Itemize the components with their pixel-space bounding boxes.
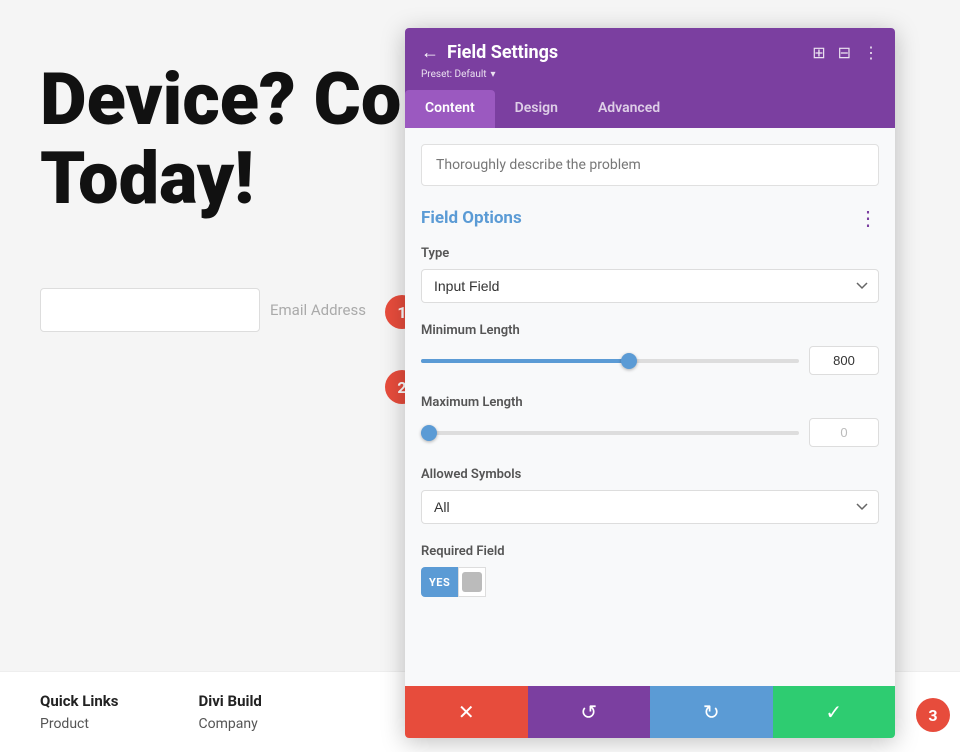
field-settings-panel: ← Field Settings ⊞ ⊟ ⋮ Preset: Default ▾… bbox=[405, 28, 895, 738]
min-length-slider-thumb bbox=[621, 353, 637, 369]
footer-col2-title: Divi Build bbox=[198, 692, 261, 710]
max-length-field-group: Maximum Length bbox=[421, 395, 879, 447]
required-toggle[interactable]: YES bbox=[421, 567, 493, 597]
footer-col-2: Divi Build Company bbox=[198, 692, 261, 732]
preset-arrow: ▾ bbox=[491, 69, 496, 80]
redo-icon: ↻ bbox=[703, 700, 720, 724]
footer-col1-title: Quick Links bbox=[40, 692, 118, 710]
panel-header: ← Field Settings ⊞ ⊟ ⋮ Preset: Default ▾ bbox=[405, 28, 895, 90]
field-options-section-header: Field Options ⋮ bbox=[421, 206, 879, 230]
required-toggle-row: YES bbox=[421, 567, 879, 597]
email-bg-input bbox=[40, 288, 260, 332]
allowed-symbols-field-group: Allowed Symbols All bbox=[421, 467, 879, 524]
back-arrow-icon[interactable]: ← bbox=[421, 42, 439, 63]
more-icon[interactable]: ⋮ bbox=[863, 43, 879, 62]
preset-label: Preset: Default bbox=[421, 69, 487, 80]
tab-design[interactable]: Design bbox=[495, 90, 578, 128]
footer-col2-link1[interactable]: Company bbox=[198, 716, 261, 732]
tab-advanced[interactable]: Advanced bbox=[578, 90, 680, 128]
toggle-no-area bbox=[458, 567, 486, 597]
panel-body: Thoroughly describe the problem Field Op… bbox=[405, 128, 895, 686]
panel-toolbar: ✕ ↺ ↻ ✓ bbox=[405, 686, 895, 738]
cancel-icon: ✕ bbox=[458, 700, 475, 724]
expand-icon[interactable]: ⊞ bbox=[812, 43, 825, 62]
email-bg-label: Email Address bbox=[270, 301, 366, 319]
step-badge-3: 3 bbox=[916, 698, 950, 732]
tab-content[interactable]: Content bbox=[405, 90, 495, 128]
toggle-knob bbox=[462, 572, 482, 592]
hero-heading: Device? Co Today! bbox=[40, 60, 420, 218]
type-select[interactable]: Input Field bbox=[421, 269, 879, 303]
undo-button[interactable]: ↺ bbox=[528, 686, 651, 738]
toggle-yes-label: YES bbox=[421, 567, 458, 597]
panel-tabs: Content Design Advanced bbox=[405, 90, 895, 128]
required-field-label: Required Field bbox=[421, 544, 879, 559]
panel-header-top: ← Field Settings ⊞ ⊟ ⋮ bbox=[421, 42, 879, 63]
columns-icon[interactable]: ⊟ bbox=[838, 43, 851, 62]
undo-icon: ↺ bbox=[580, 700, 597, 724]
save-icon: ✓ bbox=[825, 700, 842, 724]
max-length-label: Maximum Length bbox=[421, 395, 879, 410]
field-options-menu-icon[interactable]: ⋮ bbox=[858, 206, 879, 230]
min-length-value-input[interactable] bbox=[809, 346, 879, 375]
panel-title-row: ← Field Settings bbox=[421, 42, 558, 63]
type-label: Type bbox=[421, 246, 879, 261]
min-length-label: Minimum Length bbox=[421, 323, 879, 338]
describe-box: Thoroughly describe the problem bbox=[421, 144, 879, 186]
min-length-slider-track[interactable] bbox=[421, 359, 799, 363]
min-length-slider-row bbox=[421, 346, 879, 375]
max-length-slider-track[interactable] bbox=[421, 431, 799, 435]
preset-selector[interactable]: Preset: Default ▾ bbox=[421, 69, 879, 80]
min-length-slider-fill bbox=[421, 359, 629, 363]
panel-title: Field Settings bbox=[447, 42, 558, 63]
allowed-symbols-select[interactable]: All bbox=[421, 490, 879, 524]
required-field-group: Required Field YES bbox=[421, 544, 879, 597]
redo-button[interactable]: ↻ bbox=[650, 686, 773, 738]
type-field-group: Type Input Field bbox=[421, 246, 879, 303]
min-length-field-group: Minimum Length bbox=[421, 323, 879, 375]
max-length-slider-thumb bbox=[421, 425, 437, 441]
cancel-button[interactable]: ✕ bbox=[405, 686, 528, 738]
allowed-symbols-label: Allowed Symbols bbox=[421, 467, 879, 482]
save-button[interactable]: ✓ bbox=[773, 686, 896, 738]
field-options-title: Field Options bbox=[421, 208, 522, 228]
footer-col-1: Quick Links Product bbox=[40, 692, 118, 732]
max-length-slider-row bbox=[421, 418, 879, 447]
panel-icon-buttons: ⊞ ⊟ ⋮ bbox=[812, 43, 879, 62]
max-length-value-input[interactable] bbox=[809, 418, 879, 447]
footer-col1-link1[interactable]: Product bbox=[40, 716, 118, 732]
describe-placeholder: Thoroughly describe the problem bbox=[436, 157, 641, 173]
